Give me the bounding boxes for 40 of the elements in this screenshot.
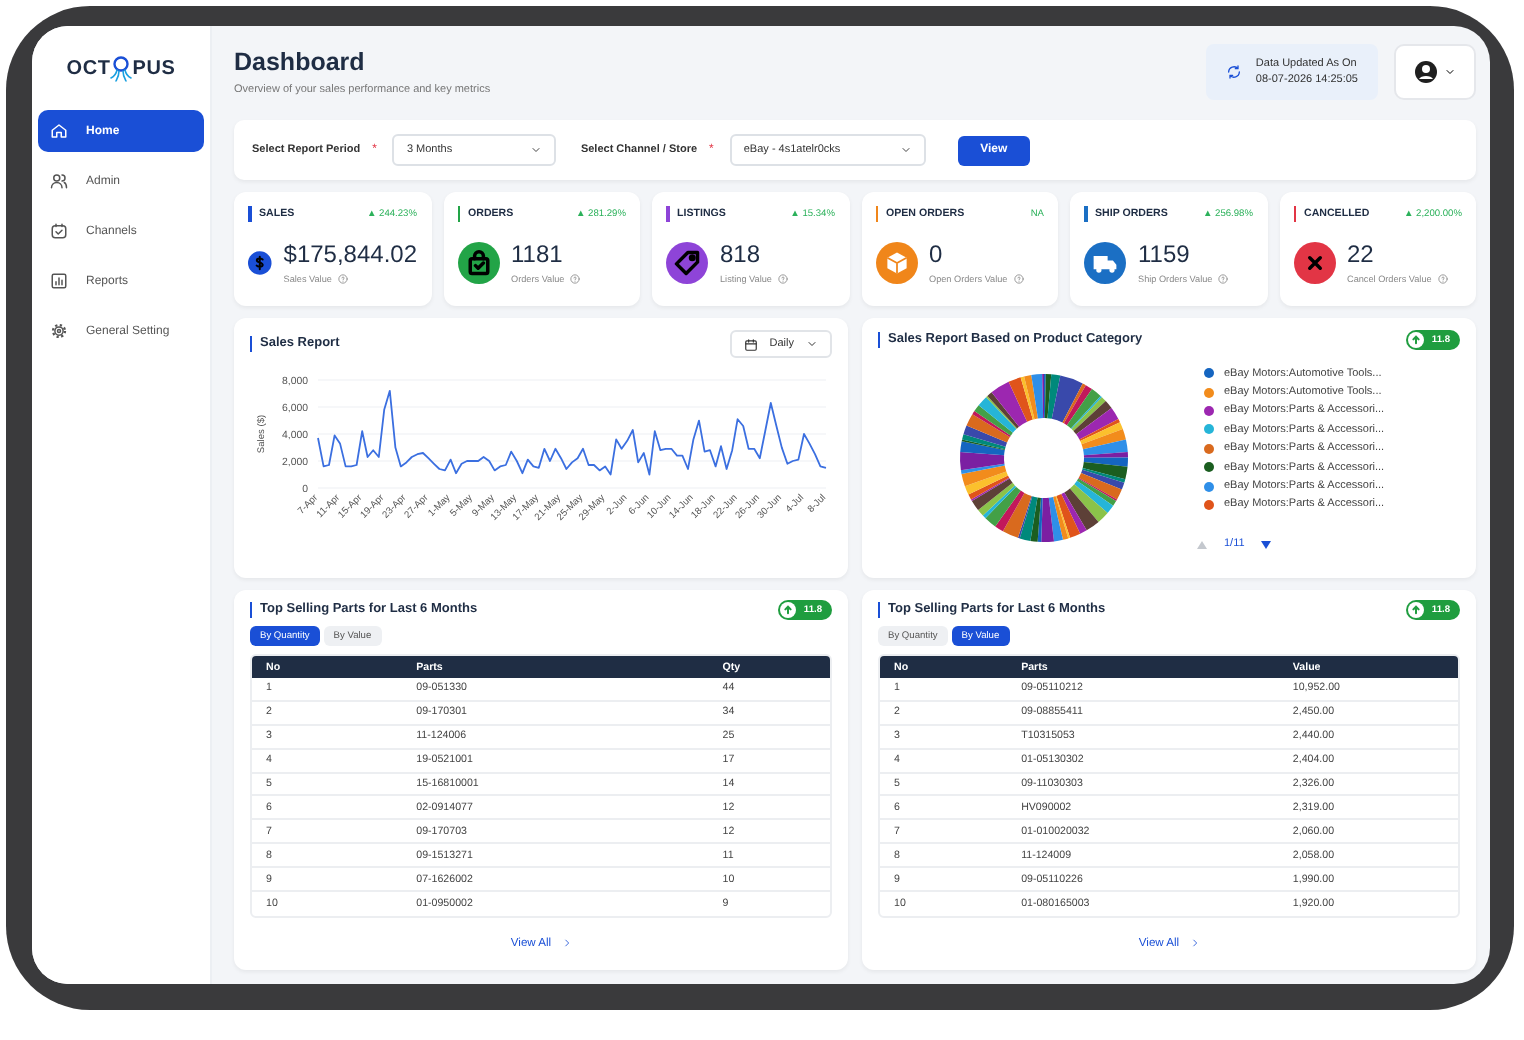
chevron-right-icon <box>561 938 572 949</box>
kpi-value: 818 <box>720 240 763 268</box>
box-icon <box>875 241 917 283</box>
help-icon <box>337 274 348 284</box>
calendar-check-icon <box>50 222 68 240</box>
settings-icon <box>50 322 68 340</box>
chevron-down-icon <box>899 144 912 156</box>
calendar-icon <box>743 337 758 351</box>
user-menu-button[interactable] <box>1394 43 1476 99</box>
logo-text: OCT <box>66 57 111 79</box>
kpi-value: 22 <box>1347 240 1376 268</box>
kpi-value: 1181 <box>511 240 565 268</box>
chevron-down-icon <box>530 144 543 156</box>
kpi-value: $175,844.02 <box>283 240 417 268</box>
upload-icon <box>1407 602 1424 618</box>
bag-icon <box>457 241 499 283</box>
users-icon <box>50 172 68 190</box>
kpi-value: 0 <box>929 240 945 268</box>
page-down-icon[interactable] <box>1260 539 1273 550</box>
help-icon <box>1218 274 1229 284</box>
page-title: Dashboard <box>234 47 367 75</box>
help-icon <box>1437 274 1448 284</box>
octopus-icon <box>110 55 133 81</box>
refresh-icon <box>1225 63 1242 79</box>
logo-text: PUS <box>132 57 176 79</box>
user-avatar-icon <box>1414 59 1438 83</box>
cross-icon <box>1293 241 1335 283</box>
home-icon <box>50 122 68 140</box>
upload-icon <box>1407 332 1424 348</box>
chevron-down-icon <box>1444 65 1456 77</box>
chevron-down-icon <box>806 338 818 350</box>
help-icon <box>1013 274 1024 284</box>
help-icon <box>777 274 788 284</box>
chevron-right-icon <box>1189 938 1200 949</box>
kpi-value: 1159 <box>1138 240 1192 268</box>
tag-icon <box>666 241 708 283</box>
help-icon <box>570 274 581 284</box>
truck-icon <box>1084 241 1126 283</box>
bar-chart-icon <box>50 272 68 290</box>
upload-icon <box>779 602 796 618</box>
